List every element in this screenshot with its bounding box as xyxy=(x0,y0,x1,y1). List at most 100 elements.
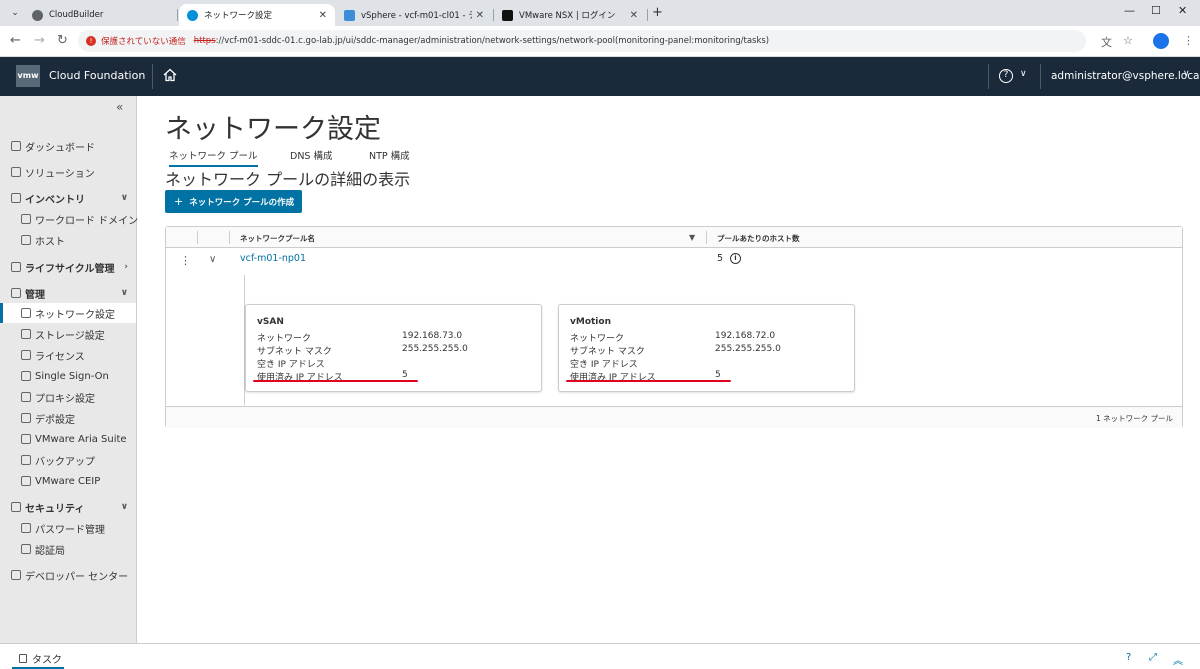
nav-item-icon xyxy=(11,167,21,177)
vmware-logo: vmw xyxy=(16,65,40,87)
browser-tab-network-settings[interactable]: ネットワーク設定 ✕ xyxy=(179,4,335,26)
sidebar-item[interactable]: ワークロード ドメイン xyxy=(0,209,139,229)
chevron-down-icon[interactable]: ∨ xyxy=(1183,69,1190,79)
sidebar-item[interactable]: デポ設定 xyxy=(0,408,136,428)
sidebar-item-label: ワークロード ドメイン xyxy=(35,215,139,227)
nav-item-icon xyxy=(21,392,31,402)
network-value: 192.168.72.0 xyxy=(715,331,776,341)
nav-item-icon xyxy=(21,214,31,224)
sidebar-item[interactable]: 認証局 xyxy=(0,539,136,559)
browser-menu-icon[interactable]: ⋮ xyxy=(1183,34,1194,47)
pool-count: 1 ネットワーク プール xyxy=(1095,414,1173,423)
page-title: ネットワーク設定 xyxy=(165,114,381,145)
sidebar-item[interactable]: セキュリティ ∨ xyxy=(0,497,136,517)
translate-icon[interactable]: 文 xyxy=(1101,34,1112,50)
sidebar-item[interactable]: デベロッパー センター xyxy=(0,565,136,585)
back-icon[interactable]: ← xyxy=(10,33,21,48)
close-window-icon[interactable]: ✕ xyxy=(1178,4,1187,17)
tab-dns[interactable]: DNS 構成 xyxy=(290,148,332,162)
forward-icon[interactable]: → xyxy=(34,33,45,48)
sidebar-item-label: ソリューション xyxy=(25,168,95,180)
home-icon[interactable] xyxy=(163,68,177,82)
tasks-tab[interactable]: タスク xyxy=(32,651,62,666)
sidebar-item-label: ダッシュボード xyxy=(25,142,95,154)
chevron-down-icon[interactable]: ∨ xyxy=(1020,69,1027,79)
create-network-pool-label: ネットワーク プールの作成 xyxy=(189,197,295,208)
profile-avatar[interactable] xyxy=(1153,33,1169,49)
grid-footer: 1 ネットワーク プール xyxy=(166,406,1182,428)
browser-tab-cloudbuilder[interactable]: CloudBuilder xyxy=(24,4,176,26)
help-icon[interactable]: ? xyxy=(1126,652,1131,663)
mask-value: 255.255.255.0 xyxy=(715,344,781,354)
url-input[interactable]: ! 保護されていない通信 https ://vcf-m01-sddc-01.c.… xyxy=(78,30,1086,52)
column-divider xyxy=(197,231,198,244)
nav-item-icon xyxy=(21,455,31,465)
row-actions-icon[interactable]: ⋮ xyxy=(180,254,191,267)
nav-item-icon xyxy=(21,544,31,554)
bookmark-star-icon[interactable]: ☆ xyxy=(1123,34,1133,47)
sidebar-item-label: デポ設定 xyxy=(35,414,75,426)
sidebar-item[interactable]: ソリューション xyxy=(0,162,136,182)
double-chevron-up-icon[interactable]: ︽ xyxy=(1173,652,1183,667)
used-ip-value: 5 xyxy=(402,370,408,380)
chevron-down-icon[interactable]: ∨ xyxy=(121,502,128,512)
expand-icon[interactable]: ⤢ xyxy=(1149,652,1157,663)
nav-item-icon xyxy=(21,235,31,245)
user-menu[interactable]: administrator@vsphere.local xyxy=(1051,70,1200,82)
collapse-sidebar-icon[interactable]: « xyxy=(116,100,123,114)
help-icon[interactable]: ? xyxy=(999,69,1013,83)
nav-item-icon xyxy=(21,434,31,444)
close-tab-icon[interactable]: ✕ xyxy=(630,10,638,21)
sidebar-item[interactable]: Single Sign-On xyxy=(0,366,136,386)
sidebar-item[interactable]: インベントリ ∨ xyxy=(0,188,136,208)
nav-item-icon xyxy=(21,413,31,423)
browser-tab-nsx[interactable]: VMware NSX | ログイン ✕ xyxy=(494,4,646,26)
sidebar-item[interactable]: VMware CEIP xyxy=(0,471,136,491)
sidebar-item[interactable]: ライセンス xyxy=(0,345,136,365)
sidebar-item[interactable]: プロキシ設定 xyxy=(0,387,136,407)
reload-icon[interactable]: ↻ xyxy=(57,33,68,48)
url-path: ://vcf-m01-sddc-01.c.go-lab.jp/ui/sddc-m… xyxy=(215,36,770,46)
close-tab-icon[interactable]: ✕ xyxy=(319,10,327,21)
sidebar-item-label: ネットワーク設定 xyxy=(35,309,115,321)
maximize-icon[interactable]: ☐ xyxy=(1151,4,1161,17)
vsan-card: vSAN ネットワーク 192.168.73.0 サブネット マスク 255.2… xyxy=(245,304,542,392)
chevron-down-icon[interactable]: ∨ xyxy=(121,288,128,298)
network-label: ネットワーク xyxy=(570,334,625,344)
tab-ntp[interactable]: NTP 構成 xyxy=(369,148,410,162)
pool-name-link[interactable]: vcf-m01-np01 xyxy=(240,253,306,264)
section-title: ネットワーク プールの詳細の表示 xyxy=(165,170,411,189)
tab-search-icon[interactable]: ⌄ xyxy=(6,4,24,22)
sidebar-item[interactable]: ネットワーク設定 xyxy=(0,303,136,323)
info-icon[interactable]: i xyxy=(730,253,741,264)
sidebar-item[interactable]: ライフサイクル管理 › xyxy=(0,257,136,277)
column-header-hosts[interactable]: プールあたりのホスト数 xyxy=(717,233,800,244)
sidebar-item[interactable]: ホスト xyxy=(0,230,136,250)
minimize-icon[interactable]: — xyxy=(1124,4,1135,17)
tab-network-pool[interactable]: ネットワーク プール xyxy=(169,148,258,167)
security-status[interactable]: 保護されていない通信 xyxy=(101,35,186,47)
chevron-down-icon[interactable]: ∨ xyxy=(121,193,128,203)
sidebar-item-label: パスワード管理 xyxy=(35,524,105,536)
network-pool-grid: ネットワークプール名 ▼ プールあたりのホスト数 ⋮ ∨ vcf-m01-np0… xyxy=(165,226,1183,428)
sidebar-item[interactable]: バックアップ xyxy=(0,450,136,470)
nav-item-icon xyxy=(21,523,31,533)
chevron-down-icon[interactable]: ∨ xyxy=(209,254,216,265)
create-network-pool-button[interactable]: + ネットワーク プールの作成 xyxy=(165,190,302,213)
nav-item-icon xyxy=(21,329,31,339)
plus-icon: + xyxy=(174,195,184,208)
sidebar-item[interactable]: パスワード管理 xyxy=(0,518,136,538)
column-header-name[interactable]: ネットワークプール名 xyxy=(240,233,315,244)
browser-tab-vsphere[interactable]: vSphere - vcf-m01-cl01 - ディスク ✕ xyxy=(336,4,492,26)
sidebar-item[interactable]: ダッシュボード xyxy=(0,136,136,156)
sidebar-item-label: VMware CEIP xyxy=(35,475,101,487)
filter-icon[interactable]: ▼ xyxy=(689,233,695,242)
new-tab-icon[interactable]: + xyxy=(652,5,663,20)
sidebar-item[interactable]: 管理 ∨ xyxy=(0,283,136,303)
sidebar-item-label: プロキシ設定 xyxy=(35,393,95,405)
header-divider xyxy=(1040,64,1041,89)
close-tab-icon[interactable]: ✕ xyxy=(476,10,484,21)
sidebar-item[interactable]: ストレージ設定 xyxy=(0,324,136,344)
sidebar-item[interactable]: VMware Aria Suite xyxy=(0,429,136,449)
chevron-right-icon[interactable]: › xyxy=(124,262,128,272)
